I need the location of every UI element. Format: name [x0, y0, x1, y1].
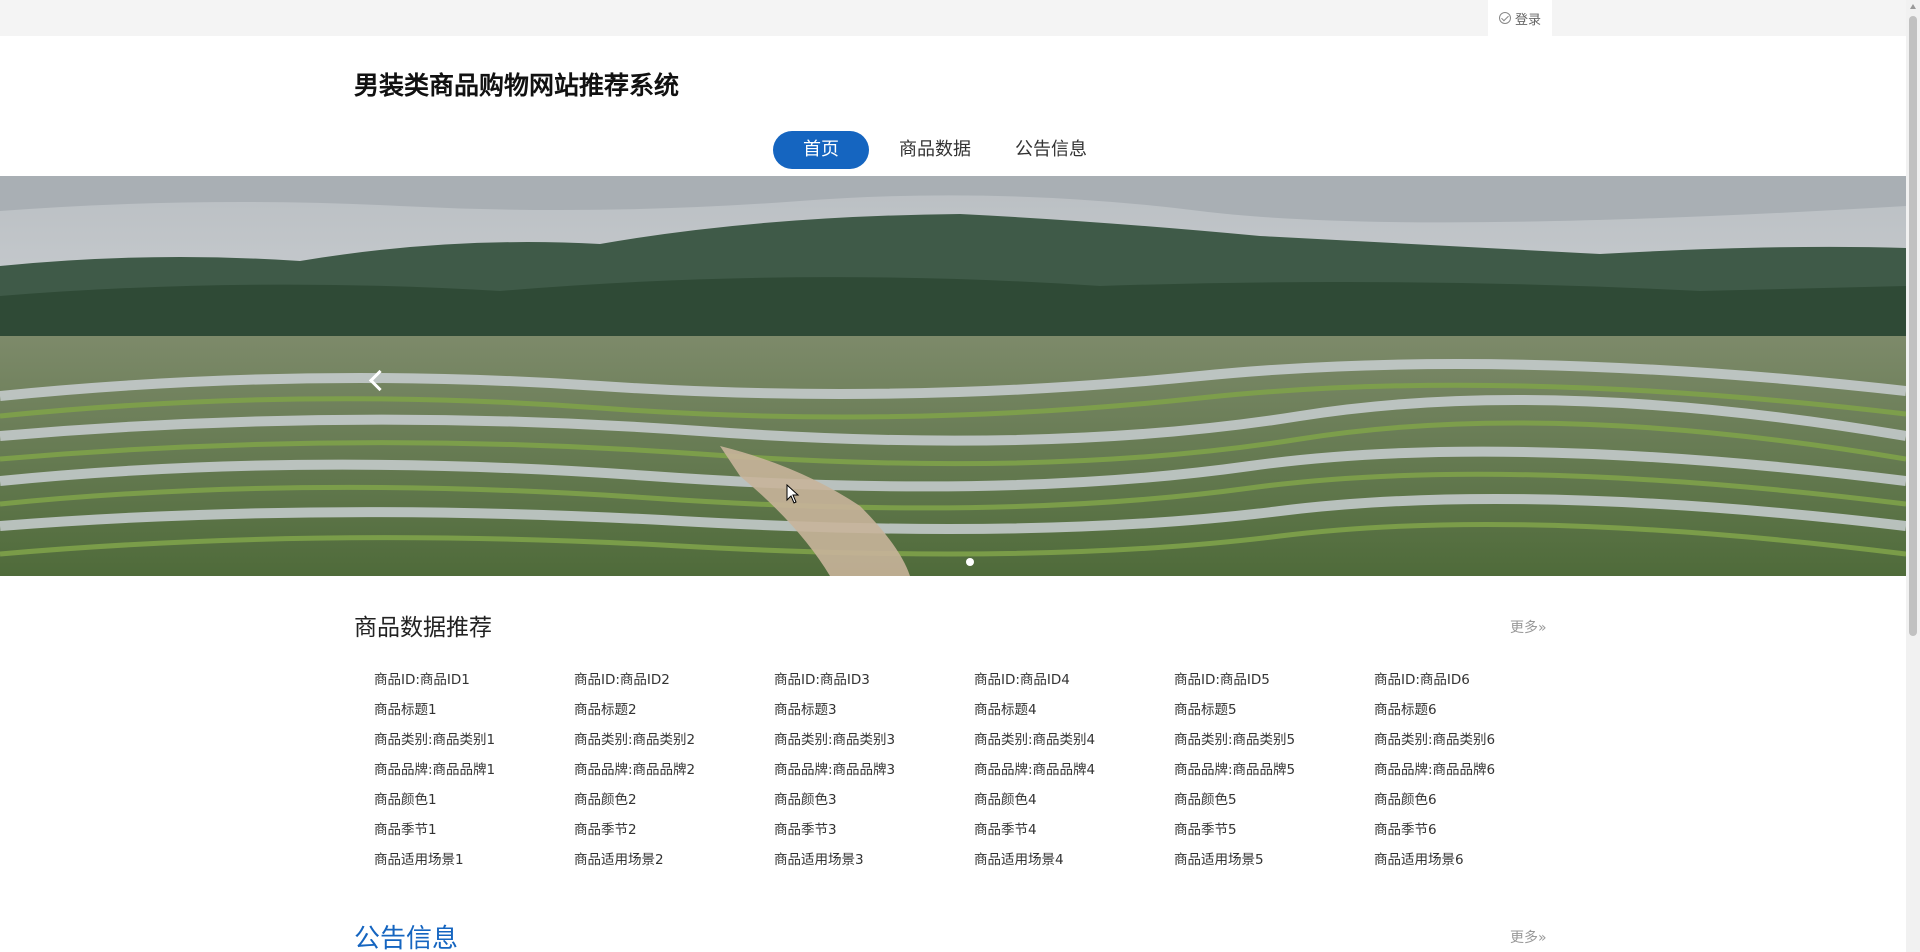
product-brand: 商品品牌:商品品牌6: [1374, 762, 1496, 778]
product-title: 商品标题6: [1374, 702, 1437, 718]
banner-image: [0, 176, 1906, 576]
product-category: 商品类别:商品类别3: [774, 732, 896, 748]
product-id: 商品ID:商品ID2: [574, 672, 670, 688]
mouse-cursor-icon: [786, 484, 800, 504]
product-card[interactable]: 商品ID:商品ID1 商品标题1 商品类别:商品类别1 商品品牌:商品品牌1 商…: [374, 665, 574, 875]
product-color: 商品颜色3: [774, 792, 837, 808]
product-season: 商品季节4: [974, 822, 1037, 838]
product-category: 商品类别:商品类别1: [374, 732, 496, 748]
scroll-up-icon[interactable]: [1910, 4, 1916, 9]
site-title: 男装类商品购物网站推荐系统: [354, 71, 680, 100]
check-circle-icon: [1498, 12, 1511, 24]
product-color: 商品颜色4: [974, 792, 1037, 808]
notice-section-title: 公告信息: [354, 924, 459, 952]
product-grid: 商品ID:商品ID1 商品标题1 商品类别:商品类别1 商品品牌:商品品牌1 商…: [374, 665, 1574, 875]
product-season: 商品季节5: [1174, 822, 1237, 838]
product-card[interactable]: 商品ID:商品ID2 商品标题2 商品类别:商品类别2 商品品牌:商品品牌2 商…: [574, 665, 774, 875]
product-title: 商品标题2: [574, 702, 637, 718]
product-season: 商品季节3: [774, 822, 837, 838]
product-season: 商品季节1: [374, 822, 437, 838]
notice-more-link[interactable]: 更多»: [1510, 927, 1547, 947]
nav-home[interactable]: 首页: [773, 131, 869, 169]
product-color: 商品颜色5: [1174, 792, 1237, 808]
product-title: 商品标题3: [774, 702, 837, 718]
product-id: 商品ID:商品ID1: [374, 672, 470, 688]
nav-notices[interactable]: 公告信息: [993, 131, 1109, 169]
product-category: 商品类别:商品类别5: [1174, 732, 1296, 748]
product-scene: 商品适用场景5: [1174, 852, 1264, 868]
product-id: 商品ID:商品ID6: [1374, 672, 1470, 688]
product-scene: 商品适用场景1: [374, 852, 464, 868]
product-season: 商品季节6: [1374, 822, 1437, 838]
product-id: 商品ID:商品ID4: [974, 672, 1070, 688]
product-brand: 商品品牌:商品品牌4: [974, 762, 1096, 778]
product-color: 商品颜色2: [574, 792, 637, 808]
product-card[interactable]: 商品ID:商品ID4 商品标题4 商品类别:商品类别4 商品品牌:商品品牌4 商…: [974, 665, 1174, 875]
product-scene: 商品适用场景2: [574, 852, 664, 868]
top-bar: 登录: [0, 0, 1906, 36]
page-scrollbar[interactable]: [1906, 0, 1920, 952]
main-nav: 首页 商品数据 公告信息: [773, 131, 1109, 169]
product-brand: 商品品牌:商品品牌5: [1174, 762, 1296, 778]
carousel-prev-arrow[interactable]: [364, 364, 388, 396]
product-card[interactable]: 商品ID:商品ID6 商品标题6 商品类别:商品类别6 商品品牌:商品品牌6 商…: [1374, 665, 1574, 875]
product-id: 商品ID:商品ID3: [774, 672, 870, 688]
product-category: 商品类别:商品类别6: [1374, 732, 1496, 748]
nav-products[interactable]: 商品数据: [877, 131, 993, 169]
product-season: 商品季节2: [574, 822, 637, 838]
product-brand: 商品品牌:商品品牌3: [774, 762, 896, 778]
product-card[interactable]: 商品ID:商品ID3 商品标题3 商品类别:商品类别3 商品品牌:商品品牌3 商…: [774, 665, 974, 875]
login-link[interactable]: 登录: [1488, 0, 1552, 36]
product-title: 商品标题1: [374, 702, 437, 718]
banner-carousel[interactable]: [0, 176, 1906, 576]
recommend-more-link[interactable]: 更多»: [1510, 617, 1547, 637]
login-label: 登录: [1514, 12, 1541, 28]
product-category: 商品类别:商品类别2: [574, 732, 696, 748]
product-category: 商品类别:商品类别4: [974, 732, 1096, 748]
product-scene: 商品适用场景3: [774, 852, 864, 868]
product-title: 商品标题4: [974, 702, 1037, 718]
recommend-section-title: 商品数据推荐: [354, 615, 492, 641]
product-brand: 商品品牌:商品品牌1: [374, 762, 496, 778]
product-color: 商品颜色6: [1374, 792, 1437, 808]
product-title: 商品标题5: [1174, 702, 1237, 718]
product-card[interactable]: 商品ID:商品ID5 商品标题5 商品类别:商品类别5 商品品牌:商品品牌5 商…: [1174, 665, 1374, 875]
product-scene: 商品适用场景6: [1374, 852, 1464, 868]
scrollbar-thumb[interactable]: [1909, 16, 1917, 636]
carousel-dot[interactable]: [966, 558, 974, 566]
product-id: 商品ID:商品ID5: [1174, 672, 1270, 688]
product-scene: 商品适用场景4: [974, 852, 1064, 868]
product-color: 商品颜色1: [374, 792, 437, 808]
product-brand: 商品品牌:商品品牌2: [574, 762, 696, 778]
